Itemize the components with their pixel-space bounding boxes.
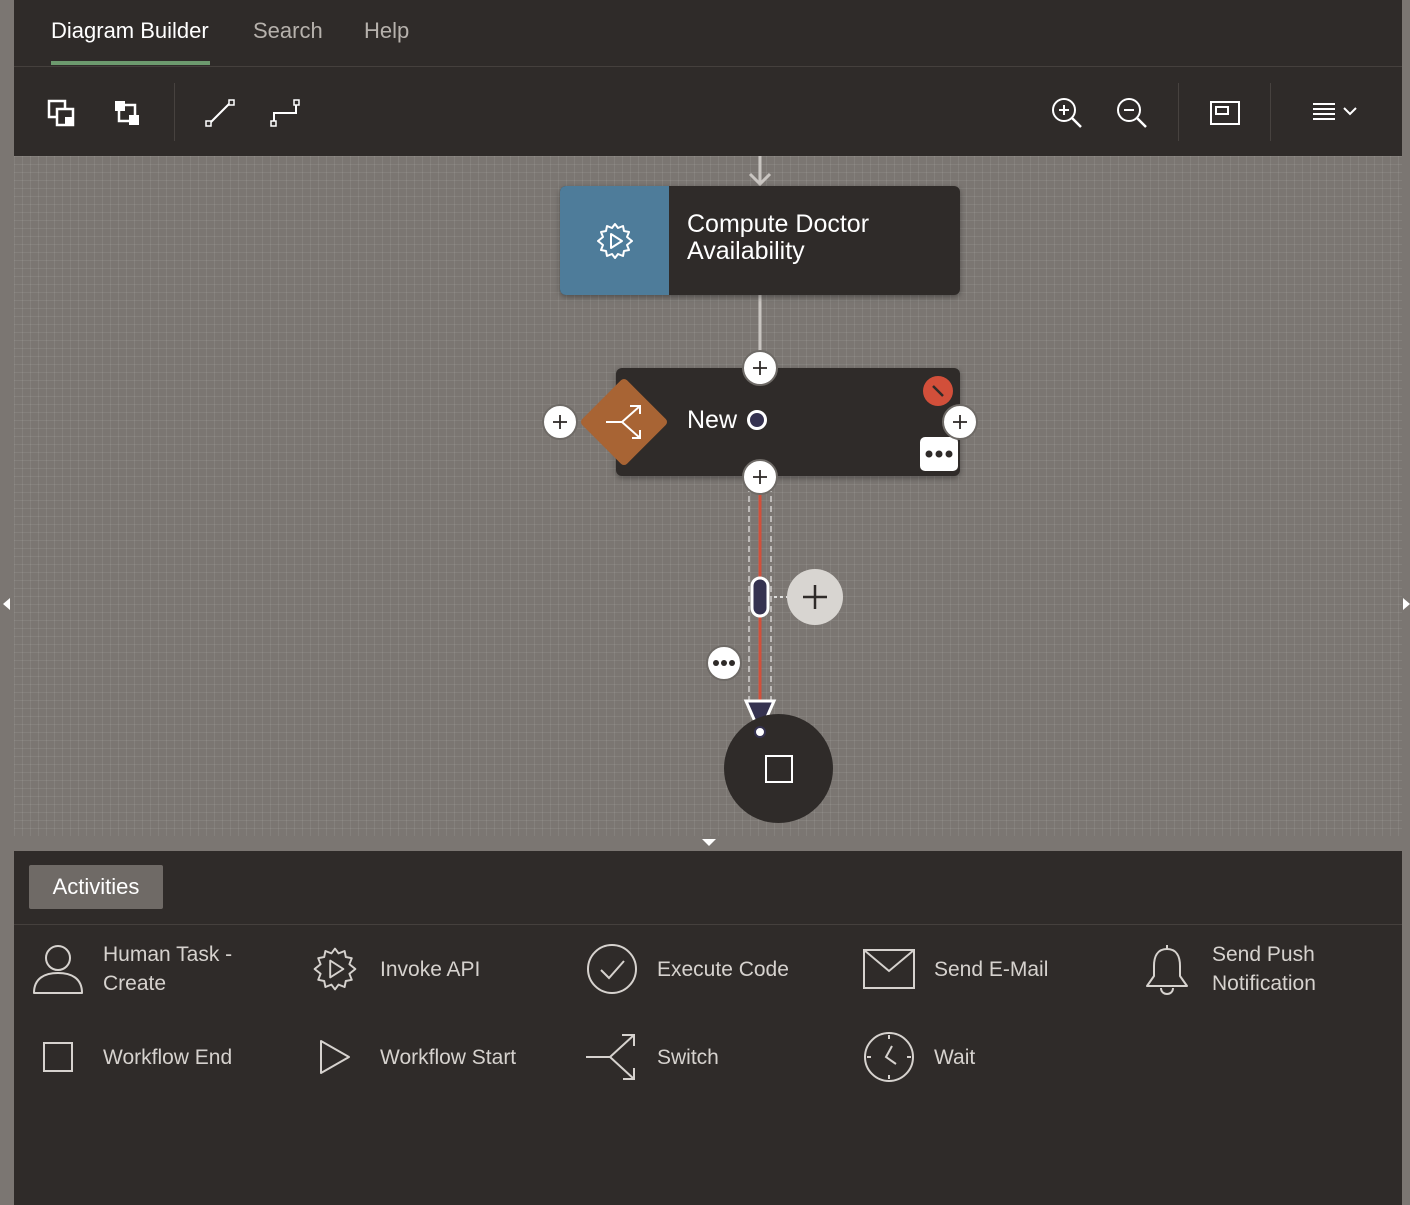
- gear-play-icon: [596, 222, 633, 259]
- elbow-connector-button[interactable]: [265, 93, 305, 133]
- active-tab-indicator: [51, 61, 210, 65]
- palette-item-label: Invoke API: [380, 957, 481, 981]
- palette-item-switch[interactable]: Switch: [584, 1027, 719, 1087]
- node-label: New: [687, 406, 738, 434]
- plus-icon: [753, 361, 767, 375]
- play-icon: [320, 1040, 350, 1074]
- check-circle-icon: [587, 944, 637, 994]
- palette-item-send-email[interactable]: Send E-Mail: [861, 939, 1048, 999]
- toolbar-separator: [174, 83, 175, 141]
- bell-icon: [1146, 945, 1188, 996]
- ellipsis-icon: [713, 660, 735, 666]
- straight-connector-button[interactable]: [200, 93, 240, 133]
- palette-item-invoke-api[interactable]: Invoke API: [307, 939, 480, 999]
- add-node-top-button[interactable]: [742, 350, 778, 386]
- elbow-connector-icon: [270, 99, 300, 127]
- error-badge-icon[interactable]: [923, 376, 953, 406]
- tab-help[interactable]: Help: [364, 18, 409, 44]
- expand-left-panel-arrow[interactable]: [3, 598, 10, 610]
- fit-to-window-icon: [1210, 101, 1240, 125]
- zoom-out-icon: [1117, 98, 1147, 128]
- palette-header: Activities: [14, 851, 1402, 925]
- connector-more-options-button[interactable]: [706, 645, 742, 681]
- send-to-back-icon: [115, 101, 139, 125]
- node-status-indicator: [747, 410, 767, 430]
- fit-to-window-button[interactable]: [1205, 93, 1245, 133]
- workflow-end-node[interactable]: [724, 714, 833, 823]
- bring-to-front-icon: [47, 99, 75, 127]
- add-node-left-button[interactable]: [542, 404, 578, 440]
- bring-to-front-button[interactable]: [41, 93, 81, 133]
- expand-right-panel-arrow[interactable]: [1403, 598, 1410, 610]
- plus-icon: [803, 585, 827, 609]
- person-icon: [33, 945, 83, 994]
- toolbar-separator: [1178, 83, 1179, 141]
- diagram-canvas[interactable]: Compute Doctor Availability New: [14, 156, 1402, 836]
- palette-item-label: Workflow End: [103, 1045, 233, 1069]
- palette-item-send-push-notification[interactable]: Send Push Notification: [1139, 939, 1316, 999]
- tab-search[interactable]: Search: [253, 18, 323, 44]
- palette-item-execute-code[interactable]: Execute Code: [584, 939, 789, 999]
- switch-node-diamond: [579, 377, 669, 467]
- switch-icon: [586, 1034, 635, 1080]
- insert-on-connector-button[interactable]: [787, 569, 843, 625]
- straight-connector-icon: [205, 99, 235, 127]
- send-to-back-button[interactable]: [107, 93, 147, 133]
- switch-icon: [606, 405, 641, 439]
- collapse-palette-arrow[interactable]: [702, 839, 716, 846]
- workflow-end-icon: [764, 754, 793, 783]
- palette-item-human-task-create[interactable]: Human Task - Create: [30, 939, 232, 999]
- gear-play-icon: [313, 947, 357, 991]
- palette-item-label: Workflow Start: [380, 1045, 517, 1069]
- ellipsis-icon: [925, 450, 953, 458]
- plus-icon: [553, 415, 567, 429]
- connector-endpoint: [754, 726, 766, 738]
- palette-item-workflow-start[interactable]: Workflow Start: [307, 1027, 516, 1087]
- palette-item-label: Human Task - Create: [103, 943, 233, 995]
- invoke-api-node-icon-box: [560, 186, 669, 295]
- palette-item-label: Execute Code: [657, 957, 789, 981]
- palette-item-wait[interactable]: Wait: [861, 1027, 975, 1087]
- add-node-right-button[interactable]: [942, 404, 978, 440]
- toolbar: [14, 67, 1402, 156]
- plus-icon: [753, 470, 767, 484]
- tab-diagram-builder[interactable]: Diagram Builder: [51, 18, 209, 44]
- tab-activities[interactable]: Activities: [29, 865, 163, 909]
- menu-dropdown-button[interactable]: [1307, 93, 1367, 133]
- node-more-options-button[interactable]: [920, 437, 958, 471]
- zoom-in-button[interactable]: [1047, 93, 1087, 133]
- palette-item-label: Send Push Notification: [1212, 943, 1316, 995]
- zoom-out-button[interactable]: [1112, 93, 1152, 133]
- palette-item-label: Wait: [934, 1045, 976, 1069]
- panel-splitter[interactable]: [14, 836, 1402, 851]
- node-label: Compute Doctor Availability: [687, 210, 870, 265]
- square-icon: [43, 1042, 73, 1072]
- envelope-icon: [863, 949, 915, 989]
- zoom-in-icon: [1052, 98, 1082, 128]
- add-node-bottom-button[interactable]: [742, 459, 778, 495]
- palette-item-label: Switch: [657, 1045, 719, 1069]
- menu-icon: [1313, 103, 1357, 120]
- clock-icon: [864, 1032, 914, 1082]
- plus-icon: [953, 415, 967, 429]
- tab-bar: Diagram Builder Search Help: [14, 0, 1402, 67]
- palette-item-workflow-end[interactable]: Workflow End: [30, 1027, 232, 1087]
- activities-palette: Activities Human Task - Create Invoke AP…: [14, 851, 1402, 1205]
- toolbar-separator: [1270, 83, 1271, 141]
- palette-item-label: Send E-Mail: [934, 957, 1049, 981]
- compute-doctor-availability-node[interactable]: Compute Doctor Availability: [560, 186, 960, 295]
